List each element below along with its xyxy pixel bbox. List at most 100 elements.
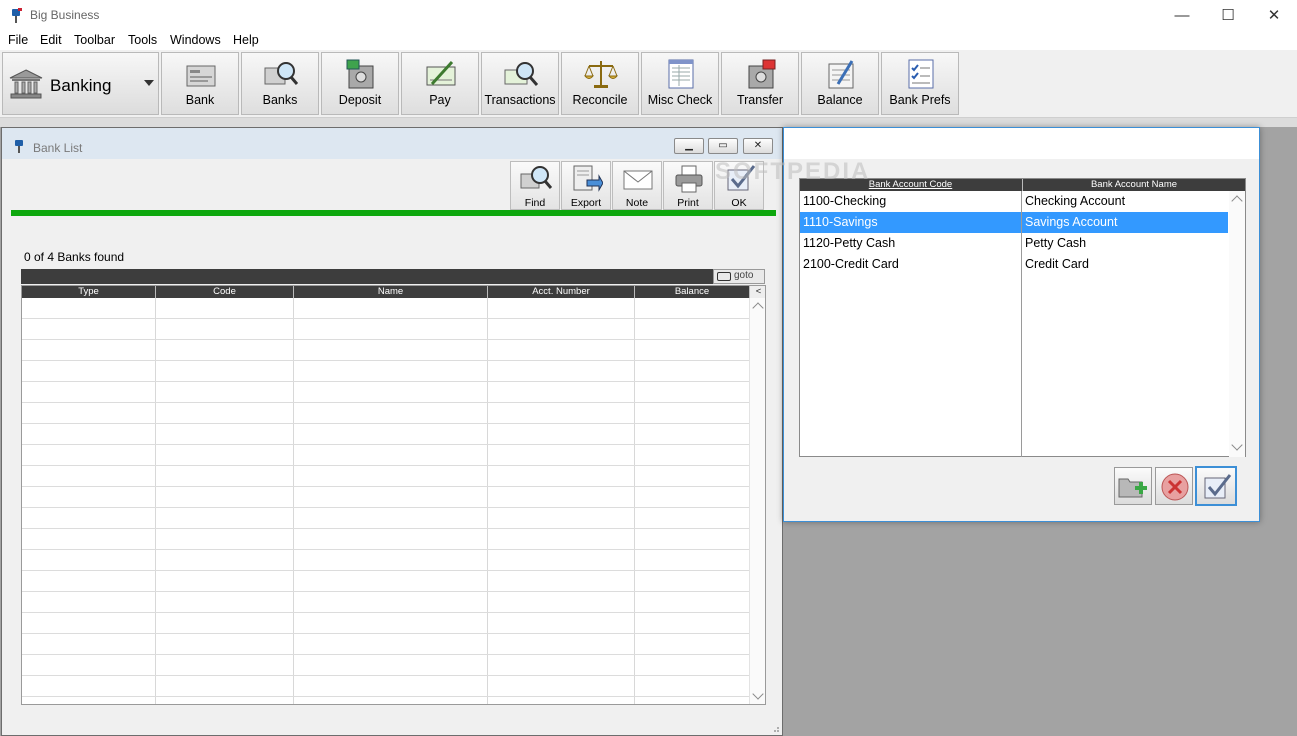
table-row[interactable] bbox=[22, 613, 750, 634]
balance-button[interactable]: Balance bbox=[801, 52, 879, 115]
deposit-button[interactable]: Deposit bbox=[321, 52, 399, 115]
table-row[interactable] bbox=[22, 592, 750, 613]
printer-icon bbox=[675, 165, 703, 193]
misc-check-button-label: Misc Check bbox=[647, 93, 713, 107]
table-row[interactable] bbox=[22, 424, 750, 445]
print-button[interactable]: Print bbox=[663, 161, 713, 210]
child-restore-button[interactable]: ▭ bbox=[708, 138, 738, 154]
column-header-account-name[interactable]: Bank Account Name bbox=[1022, 179, 1245, 191]
table-row[interactable] bbox=[22, 571, 750, 592]
title-bar: Big Business — ☐ ✕ bbox=[0, 0, 1297, 31]
note-button[interactable]: Note bbox=[612, 161, 662, 210]
confirm-button[interactable] bbox=[1195, 466, 1237, 506]
pay-button[interactable]: Pay bbox=[401, 52, 479, 115]
table-header: Type Code Name Acct. Number Balance < bbox=[22, 286, 765, 298]
column-collapse-button[interactable]: < bbox=[750, 286, 765, 298]
reconcile-button[interactable]: Reconcile bbox=[561, 52, 639, 115]
column-header-acct-number[interactable]: Acct. Number bbox=[488, 286, 635, 298]
app-icon bbox=[12, 8, 22, 23]
find-button[interactable]: Find bbox=[510, 161, 560, 210]
account-row[interactable]: 1120-Petty Cash Petty Cash bbox=[800, 233, 1228, 254]
table-row[interactable] bbox=[22, 319, 750, 340]
transfer-button-label: Transfer bbox=[736, 93, 784, 107]
account-name: Petty Cash bbox=[1025, 236, 1087, 250]
transactions-search-icon bbox=[504, 62, 538, 86]
transfer-button[interactable]: Transfer bbox=[721, 52, 799, 115]
app-icon bbox=[15, 140, 23, 153]
table-row[interactable] bbox=[22, 655, 750, 676]
goto-icon bbox=[717, 272, 731, 281]
pay-button-label: Pay bbox=[429, 93, 451, 107]
bank-prefs-button[interactable]: Bank Prefs bbox=[881, 52, 959, 115]
menu-toolbar[interactable]: Toolbar bbox=[74, 33, 115, 47]
table-row[interactable] bbox=[22, 403, 750, 424]
account-row[interactable]: 1100-Checking Checking Account bbox=[800, 191, 1228, 212]
goto-label: goto bbox=[734, 270, 754, 281]
bank-table[interactable]: Type Code Name Acct. Number Balance < bbox=[21, 285, 766, 705]
deposit-button-label: Deposit bbox=[338, 93, 382, 107]
close-button[interactable]: ✕ bbox=[1251, 0, 1297, 31]
banks-button[interactable]: Banks bbox=[241, 52, 319, 115]
account-select-dialog: Bank Account Code Bank Account Name 1100… bbox=[783, 127, 1260, 522]
account-scrollbar[interactable] bbox=[1229, 191, 1245, 457]
menu-edit[interactable]: Edit bbox=[40, 33, 62, 47]
table-row[interactable] bbox=[22, 382, 750, 403]
menu-file[interactable]: File bbox=[8, 33, 28, 47]
column-header-code[interactable]: Code bbox=[156, 286, 294, 298]
table-row[interactable] bbox=[22, 487, 750, 508]
export-button[interactable]: Export bbox=[561, 161, 611, 210]
table-row[interactable] bbox=[22, 361, 750, 382]
account-code: 1120-Petty Cash bbox=[803, 236, 896, 250]
grid-toolbar bbox=[21, 269, 713, 284]
account-table[interactable]: Bank Account Code Bank Account Name 1100… bbox=[799, 178, 1246, 457]
scales-icon bbox=[584, 61, 618, 88]
menu-tools[interactable]: Tools bbox=[128, 33, 157, 47]
scroll-down-icon[interactable] bbox=[752, 688, 764, 700]
transactions-button[interactable]: Transactions bbox=[481, 52, 559, 115]
scroll-up-icon[interactable] bbox=[1231, 195, 1243, 207]
envelope-icon bbox=[623, 170, 653, 190]
table-row[interactable] bbox=[22, 550, 750, 571]
account-row[interactable]: 2100-Credit Card Credit Card bbox=[800, 254, 1228, 275]
minimize-button[interactable]: — bbox=[1159, 0, 1205, 31]
bank-list-title-bar: Bank List ▁ ▭ ✕ bbox=[2, 128, 782, 159]
chevron-down-icon[interactable] bbox=[144, 80, 154, 86]
bank-button[interactable]: Bank bbox=[161, 52, 239, 115]
add-account-button[interactable] bbox=[1114, 467, 1152, 505]
column-header-balance[interactable]: Balance bbox=[635, 286, 750, 298]
child-minimize-button[interactable]: ▁ bbox=[674, 138, 704, 154]
table-scrollbar[interactable] bbox=[749, 298, 765, 704]
table-row[interactable] bbox=[22, 445, 750, 466]
table-row[interactable] bbox=[22, 508, 750, 529]
checkmark-icon bbox=[1204, 474, 1232, 499]
export-icon bbox=[573, 165, 603, 192]
transfer-safe-icon bbox=[748, 59, 776, 89]
column-header-name[interactable]: Name bbox=[294, 286, 488, 298]
misc-check-button[interactable]: Misc Check bbox=[641, 52, 719, 115]
table-row[interactable] bbox=[22, 340, 750, 361]
scroll-up-icon[interactable] bbox=[752, 302, 764, 314]
table-row[interactable] bbox=[22, 529, 750, 550]
reconcile-button-label: Reconcile bbox=[572, 93, 628, 107]
table-row[interactable] bbox=[22, 298, 750, 319]
maximize-button[interactable]: ☐ bbox=[1205, 0, 1251, 31]
menu-windows[interactable]: Windows bbox=[170, 33, 221, 47]
goto-button[interactable]: goto bbox=[713, 269, 765, 284]
child-close-button[interactable]: ✕ bbox=[743, 138, 773, 154]
bank-building-icon bbox=[9, 69, 43, 99]
account-row[interactable]: 1110-Savings Savings Account bbox=[800, 212, 1228, 233]
table-row[interactable] bbox=[22, 676, 750, 697]
checklist-icon bbox=[908, 59, 934, 89]
ok-label: OK bbox=[731, 197, 747, 209]
table-row[interactable] bbox=[22, 466, 750, 487]
column-header-type[interactable]: Type bbox=[22, 286, 156, 298]
column-divider bbox=[1021, 191, 1022, 457]
cancel-button[interactable] bbox=[1155, 467, 1193, 505]
table-row[interactable] bbox=[22, 634, 750, 655]
scroll-down-icon[interactable] bbox=[1231, 439, 1243, 451]
transactions-button-label: Transactions bbox=[484, 93, 556, 107]
resize-grip-icon[interactable] bbox=[770, 723, 780, 733]
ledger-icon bbox=[668, 59, 694, 89]
menu-help[interactable]: Help bbox=[233, 33, 259, 47]
module-selector[interactable]: Banking bbox=[2, 52, 159, 115]
